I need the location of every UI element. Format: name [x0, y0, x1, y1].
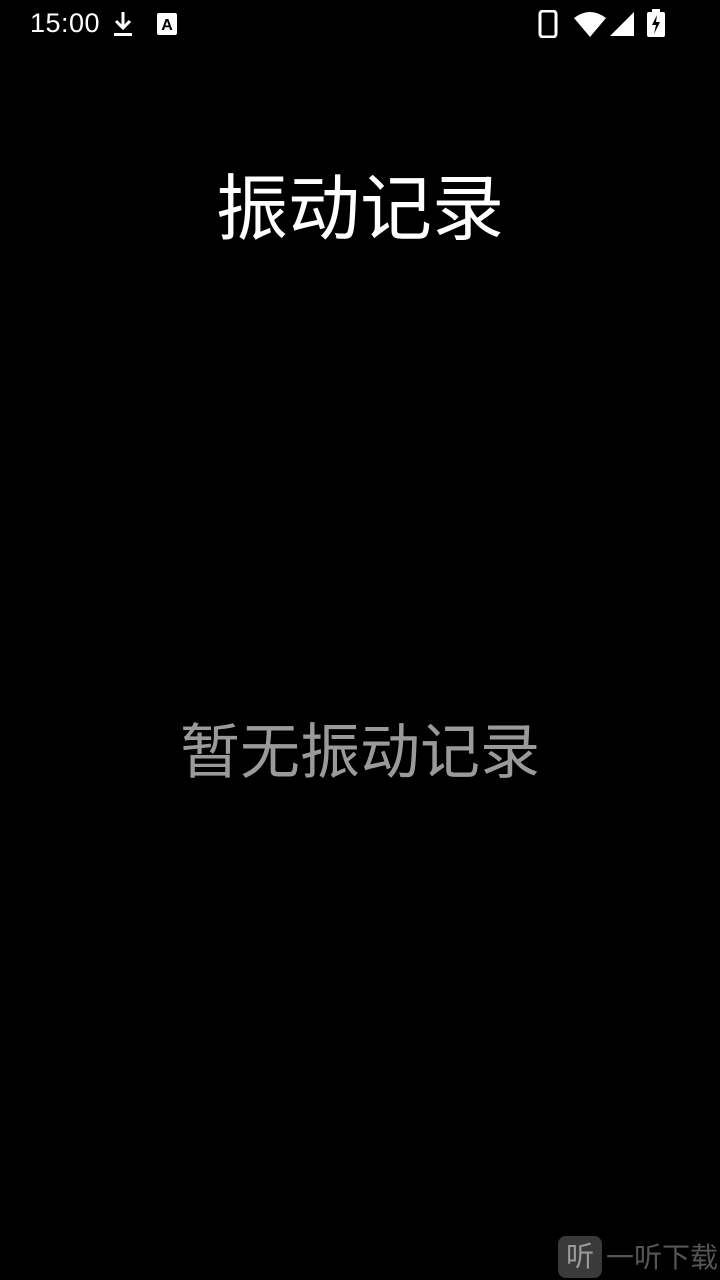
status-bar: 15:00 A: [0, 0, 720, 48]
watermark-text: 一听下载: [606, 1241, 719, 1274]
svg-text:A: A: [161, 17, 173, 34]
watermark: 听 一听下载: [558, 1232, 720, 1280]
empty-state-message: 暂无振动记录: [180, 718, 540, 788]
status-time: 15:00: [30, 8, 101, 38]
page-title: 振动记录: [215, 167, 504, 252]
watermark-logo: 听: [558, 1236, 602, 1278]
battery-charging-icon: [647, 9, 665, 37]
wifi-icon: [574, 12, 606, 37]
download-icon: [114, 12, 132, 36]
phone-icon: [538, 10, 558, 38]
signal-icon: [610, 12, 634, 36]
a-badge-icon: A: [157, 13, 177, 35]
